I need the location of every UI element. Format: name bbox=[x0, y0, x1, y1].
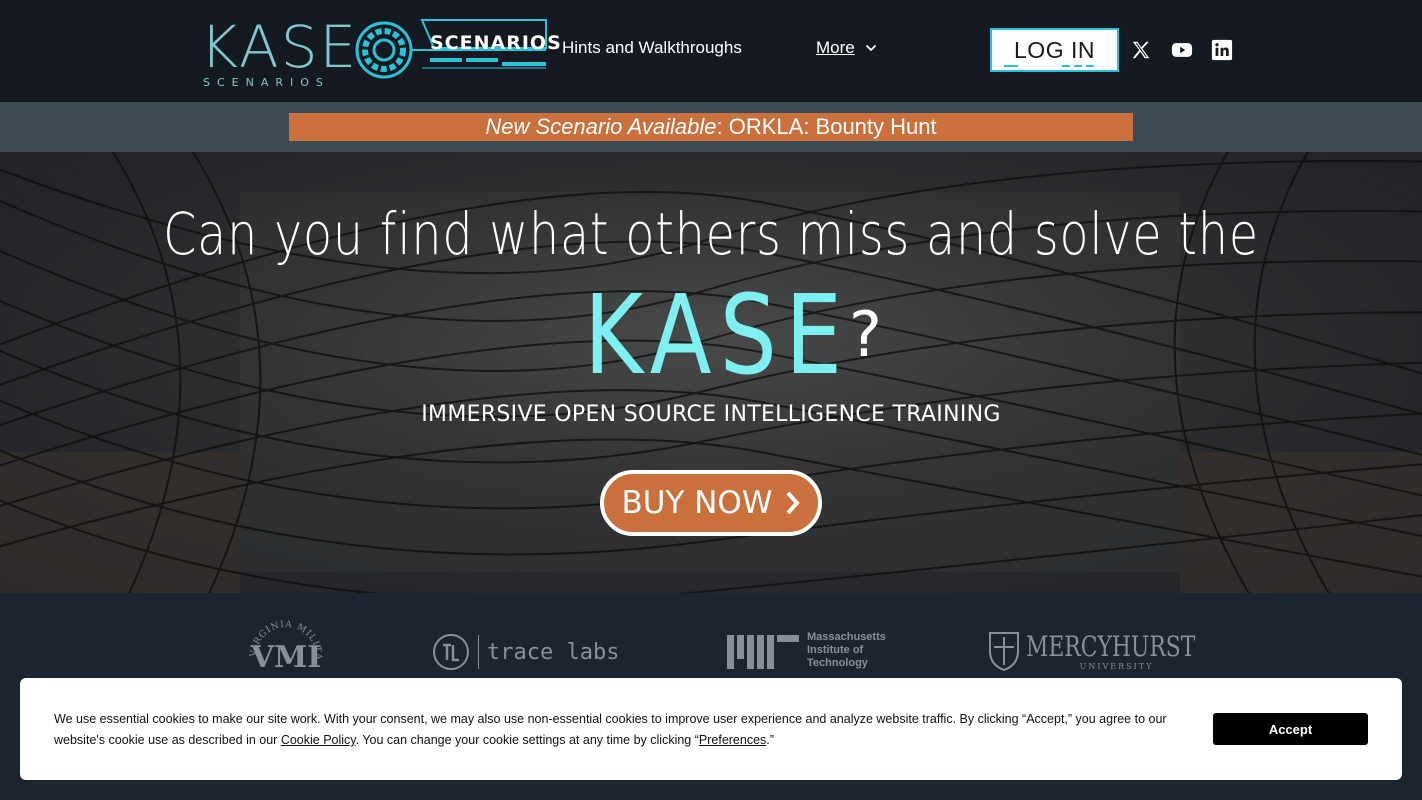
hero-section: Can you find what others miss and solve … bbox=[0, 152, 1422, 593]
cookie-consent-text: We use essential cookies to make our sit… bbox=[54, 709, 1194, 751]
login-decor-dash bbox=[1062, 65, 1070, 67]
new-scenario-banner[interactable]: New Scenario Available : ORKLA: Bounty H… bbox=[289, 113, 1133, 141]
cookie-accept-button[interactable]: Accept bbox=[1213, 713, 1368, 745]
hero-subtitle: IMMERSIVE OPEN SOURCE INTELLIGENCE TRAIN… bbox=[421, 402, 1001, 427]
banner-scenario-title: ORKLA: Bounty Hunt bbox=[728, 114, 937, 139]
logo-main-text: KASE bbox=[200, 13, 359, 81]
trace-labs-mark-icon bbox=[433, 634, 469, 670]
hero-headline: Can you find what others miss and solve … bbox=[163, 200, 1259, 268]
mit-mark-icon bbox=[727, 632, 799, 669]
trace-labs-text: trace labs bbox=[487, 639, 620, 665]
kase-scenarios-logo[interactable]: KASE SCENARIOS bbox=[200, 14, 356, 90]
login-button[interactable]: LOG IN bbox=[990, 28, 1119, 72]
cookie-text-part2: . You can change your cookie settings at… bbox=[355, 733, 699, 747]
login-decor-dash bbox=[1086, 65, 1094, 67]
trace-labs-logo: trace labs bbox=[432, 633, 619, 671]
site-header: KASE SCENARIOS SCENARIOS Hints and Walkt… bbox=[0, 0, 1422, 102]
mercyhurst-subtext: UNIVERSITY bbox=[1079, 661, 1154, 671]
hero-kase-word: KASE bbox=[584, 271, 851, 399]
cookie-policy-link[interactable]: Cookie Policy bbox=[281, 733, 356, 747]
nav-more-dropdown[interactable]: More bbox=[816, 38, 877, 58]
buy-now-label: BUY NOW bbox=[621, 485, 773, 521]
cookie-consent-banner: We use essential cookies to make our sit… bbox=[20, 678, 1402, 780]
scenarios-badge-logo[interactable]: SCENARIOS bbox=[352, 16, 561, 84]
chevron-down-icon bbox=[865, 44, 876, 52]
login-label: LOG IN bbox=[1014, 36, 1095, 63]
mit-text-line3: Technology bbox=[807, 657, 868, 669]
banner-prefix: New Scenario Available bbox=[485, 114, 717, 139]
svg-text:VMI: VMI bbox=[250, 640, 322, 675]
nav-more-label: More bbox=[816, 38, 855, 57]
mit-text-line1: Massachusetts bbox=[807, 631, 886, 643]
linkedin-icon[interactable] bbox=[1211, 39, 1233, 61]
cookie-text-part3: .” bbox=[766, 733, 774, 747]
buy-now-button[interactable]: BUY NOW bbox=[600, 470, 822, 536]
hero-question-mark: ? bbox=[849, 298, 882, 371]
banner-separator: : bbox=[716, 114, 729, 139]
mit-logo: Massachusetts Institute of Technology bbox=[727, 631, 886, 670]
youtube-icon[interactable] bbox=[1170, 39, 1194, 61]
login-decor-dash bbox=[1074, 65, 1082, 67]
mit-text-line2: Institute of bbox=[807, 644, 864, 656]
x-icon[interactable] bbox=[1130, 39, 1152, 61]
mercyhurst-text: MERCYHURST bbox=[1026, 629, 1196, 663]
nav-hints-link[interactable]: Hints and Walkthroughs bbox=[562, 38, 742, 58]
scenarios-badge-text: SCENARIOS bbox=[430, 32, 562, 54]
trace-labs-divider bbox=[478, 635, 479, 669]
cookie-preferences-link[interactable]: Preferences bbox=[699, 733, 766, 747]
mercyhurst-logo: MERCYHURST UNIVERSITY bbox=[988, 631, 1243, 671]
login-decor-dash bbox=[1004, 65, 1018, 67]
chevron-right-icon bbox=[786, 491, 800, 515]
logo-sub-text: SCENARIOS bbox=[203, 76, 330, 89]
